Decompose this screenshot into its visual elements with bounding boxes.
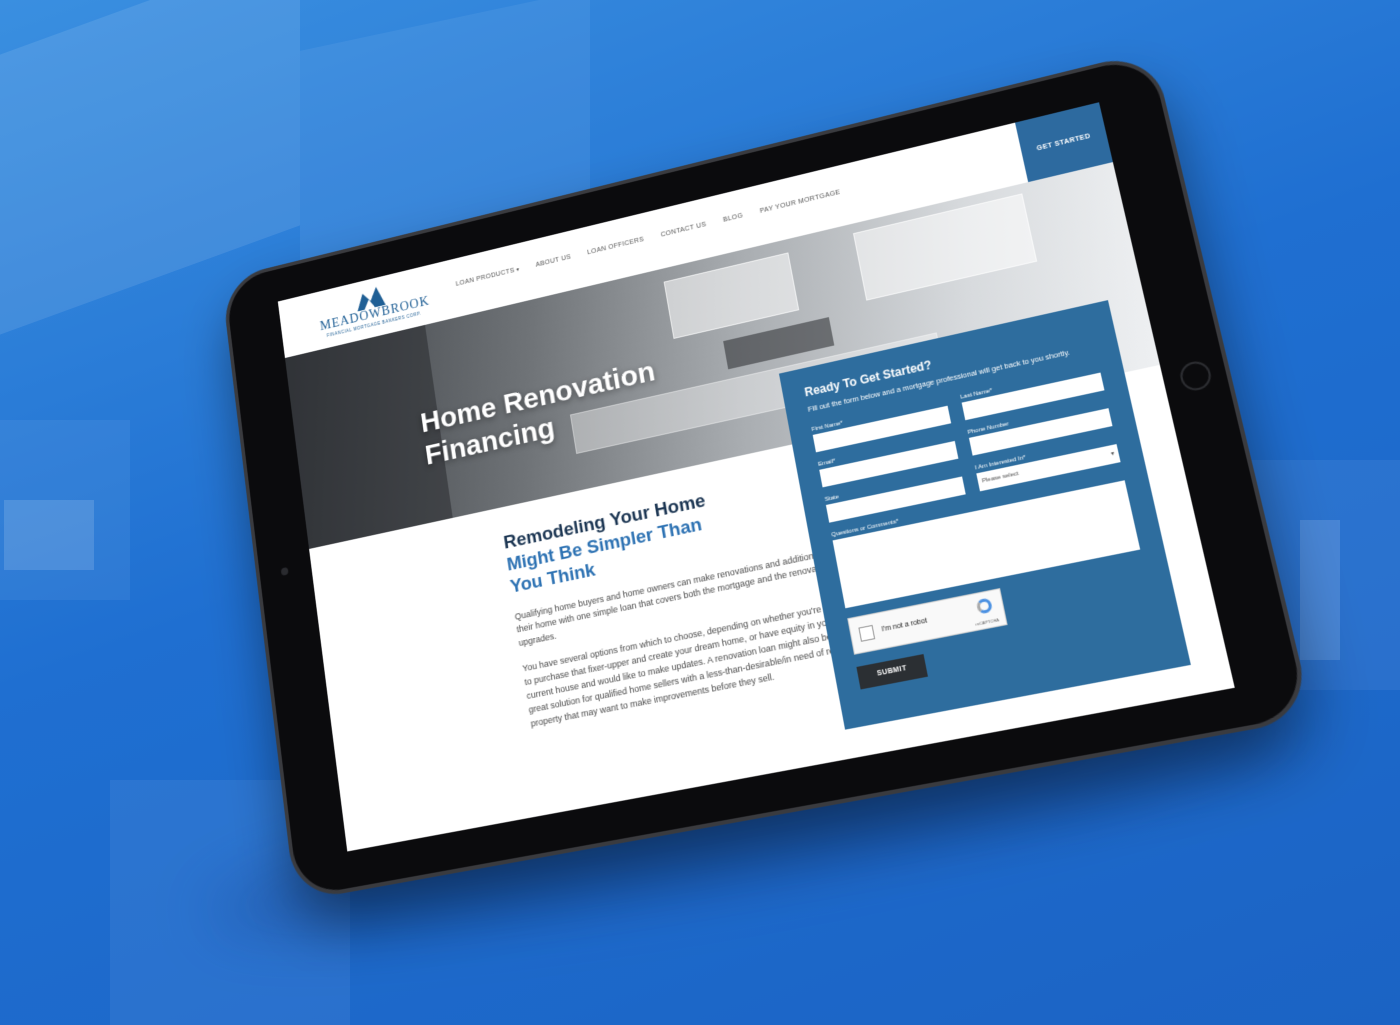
chevron-down-icon: ▾: [516, 267, 520, 274]
submit-button[interactable]: SUBMIT: [856, 653, 928, 689]
recaptcha-brand: reCAPTCHA: [974, 616, 1000, 627]
chevron-down-icon: ▾: [1110, 450, 1116, 458]
hero-cabinet-upper: [663, 252, 800, 339]
recaptcha-checkbox[interactable]: [858, 624, 876, 642]
recaptcha-label: I'm not a robot: [881, 617, 928, 634]
background-books-right: [1300, 520, 1340, 660]
hero-title: Home Renovation Financing: [419, 355, 664, 472]
nav-loan-products[interactable]: LOAN PRODUCTS▾: [455, 266, 520, 288]
nav-blog[interactable]: BLOG: [723, 213, 744, 224]
nav-pay-your-mortgage[interactable]: PAY YOUR MORTGAGE: [759, 189, 841, 215]
interest-selected-value: Please select: [981, 470, 1020, 485]
nav-loan-officers[interactable]: LOAN OFFICERS: [587, 236, 645, 256]
nav-contact-us[interactable]: CONTACT US: [660, 221, 707, 238]
nav-about-us[interactable]: ABOUT US: [535, 254, 571, 269]
recaptcha-logo-icon: [975, 596, 993, 615]
background-books-left: [4, 500, 94, 570]
